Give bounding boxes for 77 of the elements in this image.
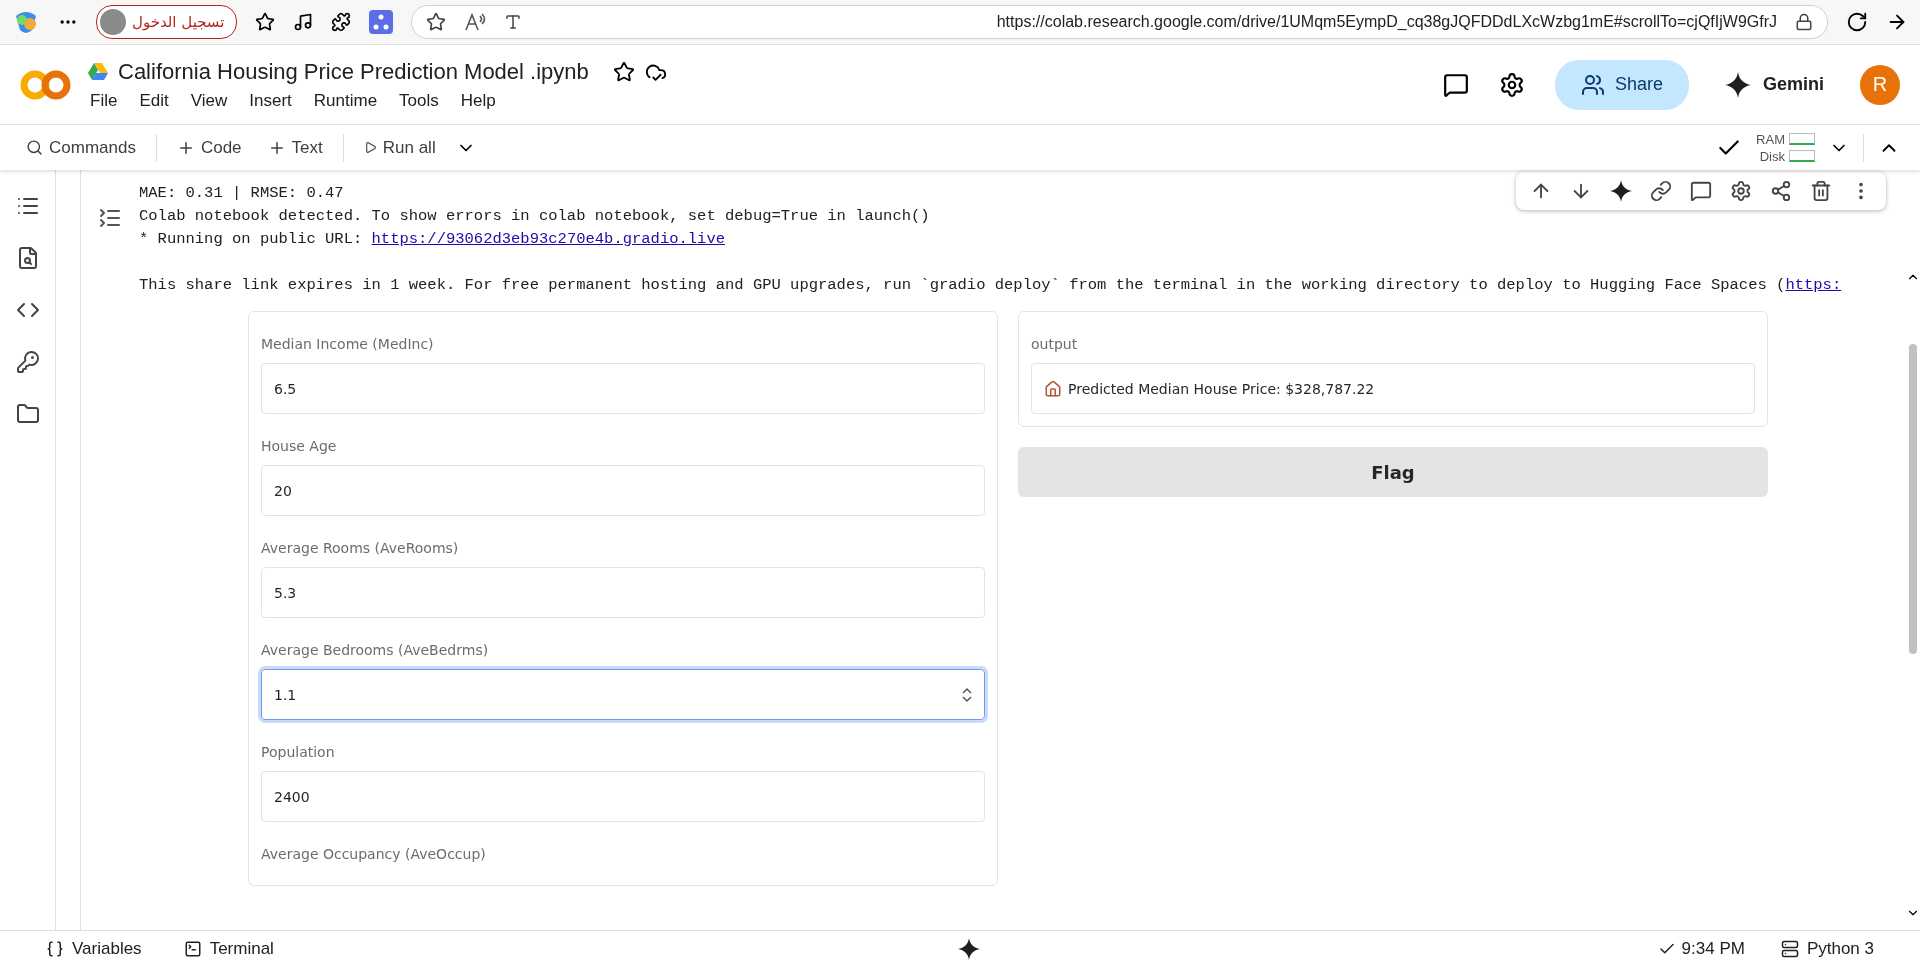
delete-icon[interactable] [1810, 180, 1832, 202]
output-line: MAE: 0.31 | RMSE: 0.47 [139, 183, 344, 204]
terminal-icon [183, 940, 202, 958]
field-label: Population [261, 744, 336, 760]
commands-button[interactable]: Commands [20, 133, 142, 162]
add-text-button[interactable]: Text [261, 133, 329, 162]
favorites-icon[interactable] [255, 12, 276, 32]
menu-item[interactable]: Edit [139, 90, 169, 111]
app-icon[interactable] [369, 10, 394, 34]
comment-icon[interactable] [1690, 180, 1712, 202]
read-aloud-icon[interactable] [464, 12, 487, 32]
field-label: Average Rooms (AveRooms) [261, 540, 460, 556]
terminal-button[interactable]: Terminal [177, 938, 280, 960]
url-link[interactable]: https: [1785, 276, 1842, 294]
output-line: This share link expires in 1 week. For free permanent hosting and GPU upgrades, run `gradio deploy` from the terminal in the working directory to deploy to Hugging Face Spaces (https: [139, 275, 1842, 296]
output-line: * Running on public URL: https://93062d3eb93c270e4b.gradio.live [139, 229, 725, 250]
sparkle-icon [1725, 71, 1751, 98]
output-menu-icon[interactable] [98, 206, 122, 230]
folder-icon[interactable] [15, 402, 40, 426]
server-icon [1780, 940, 1799, 958]
field-label: House Age [261, 438, 338, 454]
menu-item[interactable]: Runtime [313, 90, 378, 111]
field-label: Average Bedrooms (AveBedrms) [261, 642, 490, 658]
output-textbox[interactable]: Predicted Median House Price: $328,787.22 [1031, 363, 1755, 414]
run-all-button[interactable]: Run all [357, 133, 442, 162]
star-icon[interactable] [426, 12, 447, 32]
add-code-button[interactable]: Code [170, 133, 248, 162]
profile-button[interactable]: تسجيل الدخول [96, 5, 238, 39]
resource-meter[interactable]: RAM Disk [1756, 131, 1815, 164]
search-icon [26, 139, 43, 156]
disk-bar [1789, 150, 1815, 162]
ram-label: RAM [1756, 131, 1785, 147]
menu-item[interactable]: Insert [249, 90, 292, 111]
settings-icon[interactable] [1730, 180, 1752, 202]
menu-item[interactable]: View [190, 90, 228, 111]
sparkle-icon [957, 938, 980, 960]
output-line: Colab notebook detected. To show errors in colab notebook, set debug=True in launch() [139, 206, 930, 227]
notebook-title[interactable]: California Housing Price Prediction Model .ipynb [118, 58, 589, 85]
menu-item[interactable]: Help [460, 90, 496, 111]
flag-button[interactable]: Flag [1018, 447, 1768, 497]
number-input[interactable]: 6.5 [261, 363, 985, 414]
address-bar[interactable]: https://colab.research.google.com/drive/1UMqm5EympD_cq38gJQFDDdLXcWzbg1mE#scrollTo=cjQfIjW9GfrJ [411, 5, 1828, 39]
sparkle-icon [1610, 180, 1632, 202]
reload-icon[interactable] [1846, 11, 1868, 33]
variables-button[interactable]: Variables [40, 938, 148, 960]
field-label: Median Income (MedInc) [261, 336, 435, 352]
number-input[interactable]: 2400 [261, 771, 985, 822]
number-input[interactable]: 20 [261, 465, 985, 516]
output-label: output [1031, 336, 1079, 352]
spinner-icon[interactable] [962, 686, 972, 703]
runtime-button[interactable]: Python 3 [1774, 938, 1880, 960]
menu-item[interactable]: Tools [399, 90, 439, 111]
key-icon[interactable] [15, 350, 40, 374]
url-link[interactable]: https://93062d3eb93c270e4b.gradio.live [371, 230, 725, 248]
play-icon [363, 141, 377, 154]
menu-item[interactable]: File [90, 90, 118, 111]
people-icon [1580, 72, 1605, 97]
time-text: 9:34 PM [1681, 939, 1745, 959]
drive-icon[interactable] [88, 62, 108, 81]
avatar-icon [100, 9, 126, 35]
media-icon[interactable] [293, 12, 314, 32]
lock-icon[interactable] [1795, 13, 1813, 31]
scrollbar-thumb[interactable] [1909, 344, 1917, 654]
gemini-button[interactable]: Gemini [1719, 70, 1830, 99]
settings-icon[interactable] [1498, 71, 1525, 98]
disk-label: Disk [1759, 148, 1785, 164]
field-label: Average Occupancy (AveOccup) [261, 846, 487, 862]
number-input[interactable]: 1.1 [261, 669, 985, 720]
number-input[interactable]: 5.3 [261, 567, 985, 618]
link-icon[interactable] [1650, 180, 1672, 202]
braces-icon [46, 940, 64, 958]
ram-bar [1789, 133, 1815, 145]
star-icon[interactable] [612, 60, 635, 83]
extensions-icon[interactable] [331, 12, 352, 32]
share-button[interactable]: Share [1554, 59, 1689, 110]
house-icon [1044, 379, 1062, 398]
comment-icon[interactable] [1442, 71, 1469, 98]
